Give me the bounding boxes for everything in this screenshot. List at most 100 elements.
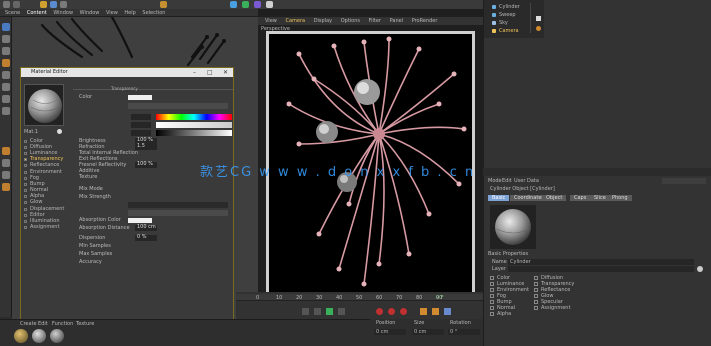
attr-name-field[interactable]: Cylinder (508, 259, 694, 265)
material-menu-icon[interactable] (57, 129, 62, 134)
texture-slot[interactable] (128, 202, 228, 208)
bottom-color-swatch[interactable] (128, 218, 152, 223)
channel-checkbox[interactable] (24, 207, 27, 211)
menu-item-content[interactable]: Content (27, 11, 47, 16)
attr-menu-mode[interactable]: Mode (488, 179, 502, 184)
channel-checkbox[interactable] (24, 195, 27, 199)
render-menu-panel[interactable]: Panel (390, 19, 404, 24)
attr-checkbox[interactable] (490, 306, 494, 310)
channel-checkbox[interactable] (24, 145, 27, 149)
workplane-tool-icon[interactable] (2, 107, 10, 115)
render-viewport[interactable]: View Camera Display Options Filter Panel… (258, 9, 483, 319)
render-menu-camera[interactable]: Camera (285, 19, 305, 24)
attr-tab[interactable]: Object (542, 195, 567, 201)
mix-strength-slider[interactable] (128, 210, 228, 216)
grid-tool-icon[interactable] (2, 171, 10, 179)
axis-tool-icon[interactable] (2, 83, 10, 91)
attr-layer-field[interactable] (508, 266, 694, 272)
channel-checkbox[interactable] (24, 164, 27, 168)
attr-checkbox[interactable] (490, 300, 494, 304)
polygons-tool-icon[interactable] (2, 59, 10, 67)
coord-position-field[interactable]: 0 cm (374, 329, 406, 335)
lock-tool-icon[interactable] (2, 159, 10, 167)
attr-checkbox[interactable] (490, 294, 494, 298)
param-value-field[interactable]: 1.5 (135, 144, 157, 150)
channel-checkbox[interactable] (24, 189, 27, 193)
nurbs-icon[interactable] (242, 1, 249, 8)
attr-tab[interactable]: Slice (590, 195, 610, 201)
rotate-tool-icon[interactable] (60, 1, 67, 8)
attr-checkbox[interactable] (490, 282, 494, 286)
play-icon[interactable] (326, 308, 333, 315)
channel-checkbox[interactable] (24, 176, 27, 180)
go-start-icon[interactable] (302, 308, 309, 315)
param-value-field[interactable]: 100 cm (135, 225, 157, 231)
attr-checkbox[interactable] (490, 312, 494, 316)
v-field[interactable] (131, 130, 151, 136)
deformer-icon[interactable] (254, 1, 261, 8)
attr-checkbox[interactable] (534, 300, 538, 304)
redo-icon[interactable] (13, 1, 20, 8)
channel-checkbox[interactable] (24, 220, 27, 224)
color-mode-icons[interactable] (128, 103, 228, 109)
render-menu-filter[interactable]: Filter (369, 19, 381, 24)
coord-size-field[interactable]: 0 cm (412, 329, 444, 335)
menu-item-help[interactable]: Help (124, 11, 135, 16)
attr-checkbox[interactable] (534, 306, 538, 310)
material-thumbnail-1[interactable] (14, 329, 28, 343)
attr-layer-dropdown-icon[interactable] (697, 266, 703, 272)
material-menu-texture[interactable]: Texture (76, 322, 94, 327)
object-row[interactable]: Sweep (492, 12, 516, 18)
render-menu-prorender[interactable]: ProRender (412, 19, 438, 24)
menu-item-view[interactable]: View (106, 11, 118, 16)
attr-check-mid[interactable]: Assignment (534, 305, 570, 311)
menu-item-scene[interactable]: Scene (5, 11, 20, 16)
play-back-icon[interactable] (314, 308, 321, 315)
channel-checkbox[interactable] (24, 182, 27, 186)
material-menu-create[interactable]: Create (20, 322, 37, 327)
go-end-icon[interactable] (338, 308, 345, 315)
maximize-icon[interactable]: □ (207, 69, 213, 76)
hue-spectrum-slider[interactable] (156, 114, 232, 120)
cube-icon[interactable] (230, 1, 237, 8)
key-position-icon[interactable] (420, 308, 427, 315)
channel-checkbox[interactable] (24, 151, 27, 155)
channel-checkbox[interactable] (24, 139, 27, 143)
material-tag-icon[interactable] (536, 26, 541, 31)
channel-checkbox[interactable] (24, 226, 27, 230)
object-row[interactable]: Camera (492, 28, 519, 34)
render-icon[interactable] (160, 1, 167, 8)
attr-menu-edit[interactable]: Edit (502, 179, 512, 184)
material-preview[interactable] (24, 84, 64, 126)
snap-tool-icon[interactable] (2, 95, 10, 103)
attr-menu-userdata[interactable]: User Data (514, 179, 539, 184)
channel-checkbox[interactable] (24, 201, 27, 205)
light-icon[interactable] (266, 1, 273, 8)
autokey-icon[interactable] (388, 308, 395, 315)
move-tool-icon[interactable] (40, 1, 47, 8)
attr-checkbox[interactable] (534, 288, 538, 292)
param-value-field[interactable]: 100 % (135, 162, 157, 168)
sculpt-tool-icon[interactable] (2, 147, 10, 155)
attr-checkbox[interactable] (490, 288, 494, 292)
value-slider[interactable] (156, 130, 232, 136)
channel-checkbox[interactable] (24, 158, 27, 162)
attr-checkbox[interactable] (534, 276, 538, 280)
render-menu-options[interactable]: Options (341, 19, 360, 24)
scale-tool-icon[interactable] (50, 1, 57, 8)
edges-tool-icon[interactable] (2, 47, 10, 55)
record-icon[interactable] (376, 308, 383, 315)
param-value-field[interactable]: 0 % (135, 235, 157, 241)
material-editor-titlebar[interactable]: Material Editor – □ ✕ (21, 68, 233, 77)
attr-tab[interactable]: Caps (570, 195, 591, 201)
keyframe-icon[interactable] (400, 308, 407, 315)
object-row[interactable]: Cylinder (492, 4, 520, 10)
texture-tool-icon[interactable] (2, 71, 10, 79)
cube-tool-icon[interactable] (2, 23, 10, 31)
attr-checkbox[interactable] (534, 294, 538, 298)
material-thumbnail-2[interactable] (32, 329, 46, 343)
material-menu-edit[interactable]: Edit (38, 322, 48, 327)
key-scale-icon[interactable] (444, 308, 451, 315)
h-field[interactable] (131, 114, 151, 120)
material-thumbnail-3[interactable] (50, 329, 64, 343)
